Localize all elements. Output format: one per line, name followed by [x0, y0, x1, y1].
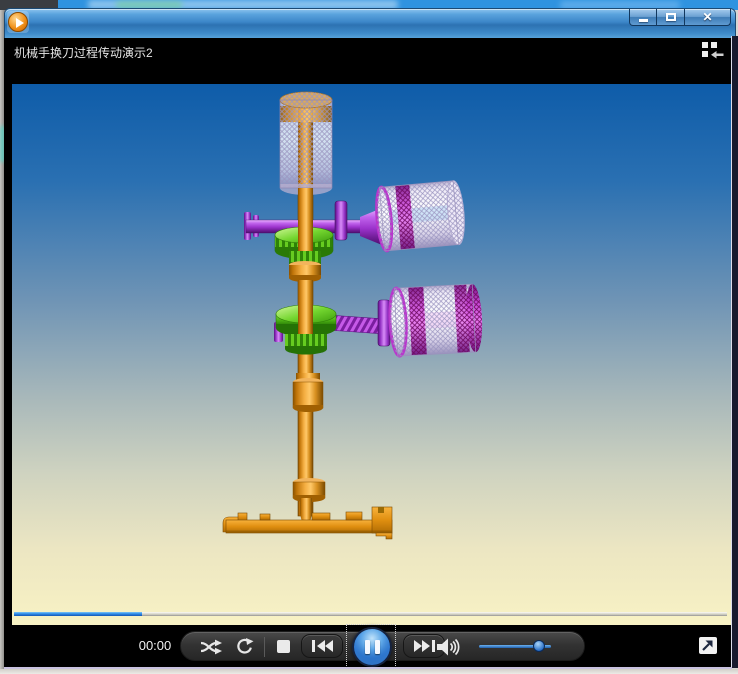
previous-icon	[311, 640, 333, 652]
upper-gear-hub	[289, 251, 321, 282]
previous-button[interactable]	[301, 634, 343, 658]
media-player-logo-icon[interactable]	[7, 11, 29, 33]
seek-bar[interactable]	[14, 612, 727, 616]
close-icon: ✕	[702, 10, 713, 24]
video-scene	[12, 84, 731, 625]
minimize-button[interactable]	[629, 9, 657, 26]
lower-right-motor	[388, 283, 483, 358]
close-button[interactable]: ✕	[685, 9, 731, 26]
pause-focus-outline	[346, 624, 396, 668]
elapsed-time: 00:00	[138, 638, 172, 653]
video-display[interactable]	[12, 84, 731, 625]
window-right-border	[732, 36, 738, 668]
window-controls: ✕	[629, 9, 733, 26]
volume-slider-thumb[interactable]	[533, 640, 545, 652]
fullscreen-icon	[702, 640, 713, 651]
play-triangle-icon	[16, 18, 24, 28]
switch-to-library-button[interactable]	[702, 42, 724, 59]
switch-to-library-icon	[702, 42, 724, 59]
maximize-button[interactable]	[657, 9, 685, 26]
lower-gear-hub	[285, 334, 327, 355]
playback-controls-bar: 00:00	[5, 624, 732, 668]
volume-mute-button[interactable]	[437, 637, 463, 657]
shuffle-button[interactable]	[201, 639, 223, 655]
maximize-icon	[665, 13, 676, 21]
screen: ✕ 机械手换刀过程传动演示2 00:00	[0, 0, 738, 674]
repeat-button[interactable]	[235, 638, 254, 655]
play-logo-circle	[8, 12, 28, 32]
upper-right-motor	[375, 180, 465, 253]
vertical-shaft-front-upper	[298, 188, 313, 252]
seek-progress	[14, 612, 143, 616]
stop-button[interactable]	[277, 640, 290, 653]
next-icon	[413, 640, 435, 652]
divider	[264, 637, 265, 657]
vertical-shaft-front-lower	[298, 280, 313, 336]
top-spindle-motor	[279, 91, 333, 195]
fullscreen-button[interactable]	[699, 637, 717, 654]
desktop-bottom-strip	[0, 669, 738, 674]
scene-background	[12, 84, 731, 625]
window-titlebar[interactable]	[4, 8, 736, 38]
now-playing-title: 机械手换刀过程传动演示2	[14, 46, 153, 60]
minimize-icon	[638, 18, 648, 22]
